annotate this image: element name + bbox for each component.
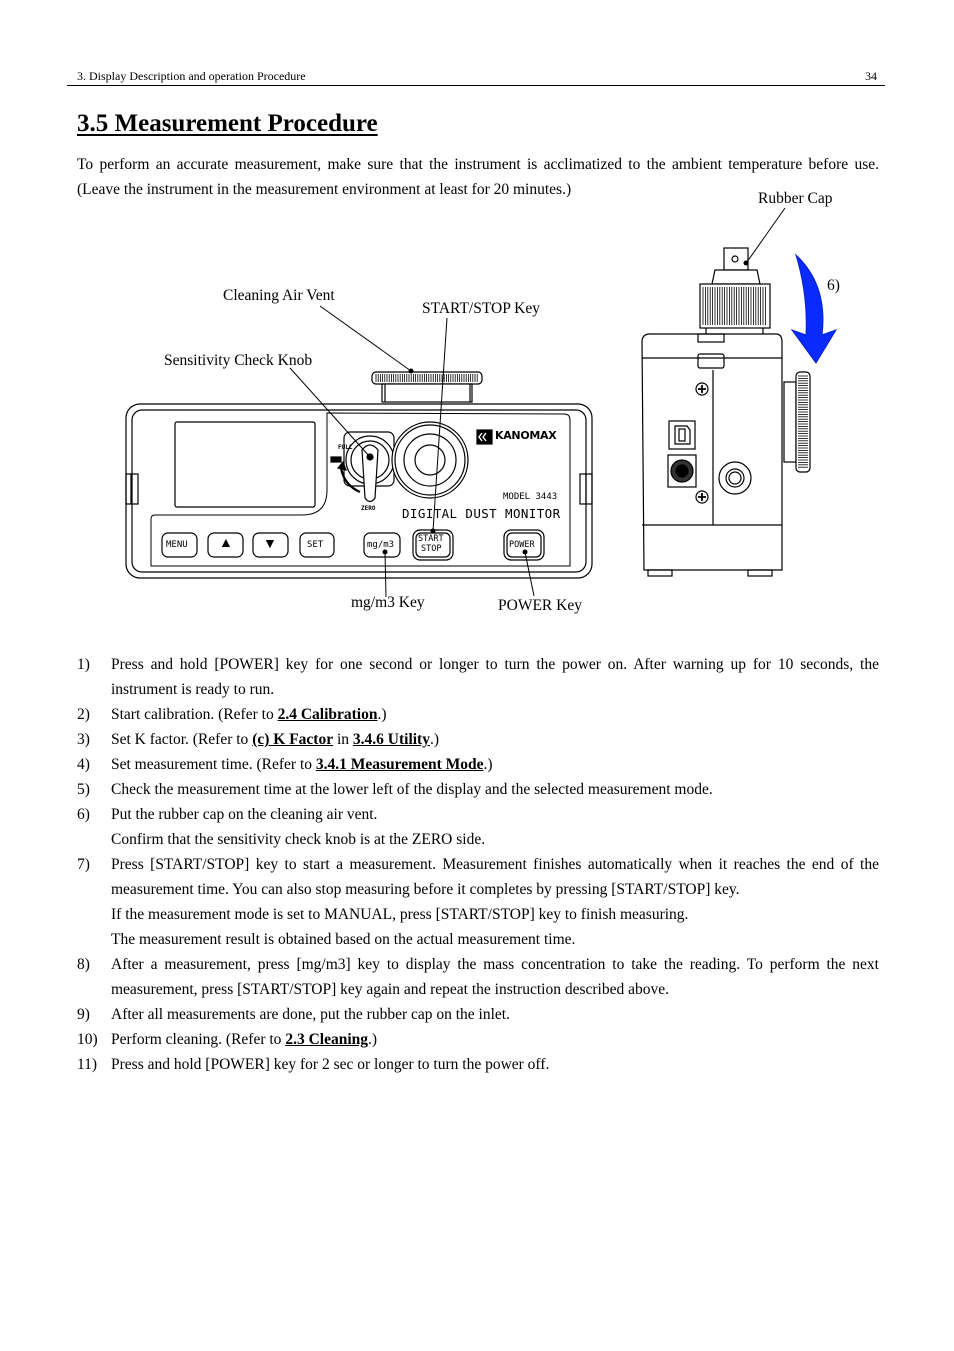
procedure-step: 10) Perform cleaning. (Refer to 2.3 Clean… xyxy=(77,1027,879,1052)
step-text: Press and hold [POWER] key for 2 sec or … xyxy=(111,1056,550,1073)
device-figure: FULL ZERO KANOMAX MODEL 3443 DIGITAL DUS… xyxy=(0,0,954,640)
step-number: 7) xyxy=(77,856,90,873)
menu-key: MENU xyxy=(166,540,188,550)
section-reference-link[interactable]: (c) K Factor xyxy=(252,731,333,748)
step-text: in xyxy=(333,731,353,748)
step-continuation: If the measurement mode is set to MANUAL… xyxy=(111,906,689,923)
usb-port xyxy=(668,420,696,450)
knob-full-label: FULL xyxy=(338,444,353,451)
step-text: Press and hold [POWER] key for one secon… xyxy=(111,656,879,698)
rubber-cap xyxy=(723,247,749,271)
section-reference-link[interactable]: 2.4 Calibration xyxy=(278,706,378,723)
procedure-step: 5) Check the measurement time at the lowe… xyxy=(77,777,879,802)
step-text: Start calibration. (Refer to xyxy=(111,706,278,723)
power-key: POWER xyxy=(509,540,535,550)
step-number: 4) xyxy=(77,756,90,773)
step-number: 10) xyxy=(77,1031,98,1048)
stop-key-label: STOP xyxy=(421,544,442,554)
procedure-step: 4) Set measurement time. (Refer to 3.4.1 … xyxy=(77,752,879,777)
step-text: Put the rubber cap on the cleaning air v… xyxy=(111,806,378,823)
step-text: After all measurements are done, put the… xyxy=(111,1006,510,1023)
step-text: Press [START/STOP] key to start a measur… xyxy=(111,856,879,898)
section-reference-link[interactable]: 2.3 Cleaning xyxy=(285,1031,368,1048)
step-number: 8) xyxy=(77,956,90,973)
side-view xyxy=(641,207,811,577)
step-text: After a measurement, press [mg/m3] key t… xyxy=(111,956,879,998)
start-key-label: START xyxy=(418,534,444,544)
callout-power-key: POWER Key xyxy=(498,597,582,614)
step-number: 3) xyxy=(77,731,90,748)
procedure-step: 7) Press [START/STOP] key to start a meas… xyxy=(77,852,879,952)
section-title: 3.5 Measurement Procedure xyxy=(77,110,378,137)
knob-zero-label: ZERO xyxy=(361,505,376,512)
step-text: Check the measurement time at the lower … xyxy=(111,781,713,798)
procedure-step: 9) After all measurements are done, put t… xyxy=(77,1002,879,1027)
step-text: Set K factor. (Refer to xyxy=(111,731,253,748)
procedure-step: 6) Put the rubber cap on the cleaning air… xyxy=(77,802,879,852)
step-text: Perform cleaning. (Refer to xyxy=(111,1031,286,1048)
step-continuation: The measurement result is obtained based… xyxy=(111,931,576,948)
callout-sensitivity-check-knob: Sensitivity Check Knob xyxy=(164,352,313,369)
step-number: 9) xyxy=(77,1006,90,1023)
procedure-steps: 1) Press and hold [POWER] key for one sec… xyxy=(77,652,879,1077)
callout-step-6: 6) xyxy=(827,277,840,294)
step-number: 6) xyxy=(77,806,90,823)
step-number: 11) xyxy=(77,1056,98,1073)
cleaning-air-vent-cap xyxy=(371,371,483,403)
lcd-screen xyxy=(174,421,316,508)
kanomax-logo-icon xyxy=(476,429,493,445)
procedure-step: 11) Press and hold [POWER] key for 2 sec … xyxy=(77,1052,879,1077)
set-key: SET xyxy=(307,540,324,550)
intro-paragraph: To perform an accurate measurement, make… xyxy=(77,156,879,198)
device-illustration xyxy=(125,207,838,598)
step-number: 1) xyxy=(77,656,90,673)
brand-name: KANOMAX xyxy=(495,429,557,442)
step-text: .) xyxy=(377,706,387,723)
page-header: 3. Display Description and operation Pro… xyxy=(67,67,885,86)
callout-cleaning-air-vent: Cleaning Air Vent xyxy=(223,287,335,304)
model-number: MODEL 3443 xyxy=(503,492,558,502)
page-number: 34 xyxy=(865,69,877,83)
step-continuation: Confirm that the sensitivity check knob … xyxy=(111,831,486,848)
rotate-arrow-icon xyxy=(790,253,838,364)
up-key: ▲ xyxy=(219,536,233,551)
mg-m3-key: mg/m3 xyxy=(367,540,395,550)
front-view xyxy=(125,305,593,598)
callout-mg-m3-key: mg/m3 Key xyxy=(351,594,425,611)
din-port xyxy=(667,454,697,488)
inlet-dial xyxy=(391,421,469,499)
step-text: .) xyxy=(429,731,440,748)
step-text: Set measurement time. (Refer to xyxy=(111,756,316,773)
front-body xyxy=(125,403,593,579)
section-reference-link[interactable]: 3.4.6 Utility xyxy=(353,731,430,748)
step-number: 2) xyxy=(77,706,90,723)
down-key: ▼ xyxy=(263,537,277,552)
front-leader-lines xyxy=(289,305,535,598)
step-number: 5) xyxy=(77,781,90,798)
procedure-step: 2) Start calibration. (Refer to 2.4 Calib… xyxy=(77,702,879,727)
product-name: DIGITAL DUST MONITOR xyxy=(402,506,561,521)
sensitivity-check-knob xyxy=(330,431,395,503)
procedure-step: 8) After a measurement, press [mg/m3] key… xyxy=(77,952,879,1002)
procedure-step: 1) Press and hold [POWER] key for one sec… xyxy=(77,652,879,702)
front-keys xyxy=(161,529,545,561)
callout-start-stop-key: START/STOP Key xyxy=(422,300,540,317)
chapter-title: 3. Display Description and operation Pro… xyxy=(77,69,306,83)
step-text: .) xyxy=(483,756,493,773)
section-reference-link[interactable]: 3.4.1 Measurement Mode xyxy=(316,756,484,773)
procedure-step: 3) Set K factor. (Refer to (c) K Factor i… xyxy=(77,727,879,752)
step-text: .) xyxy=(368,1031,378,1048)
